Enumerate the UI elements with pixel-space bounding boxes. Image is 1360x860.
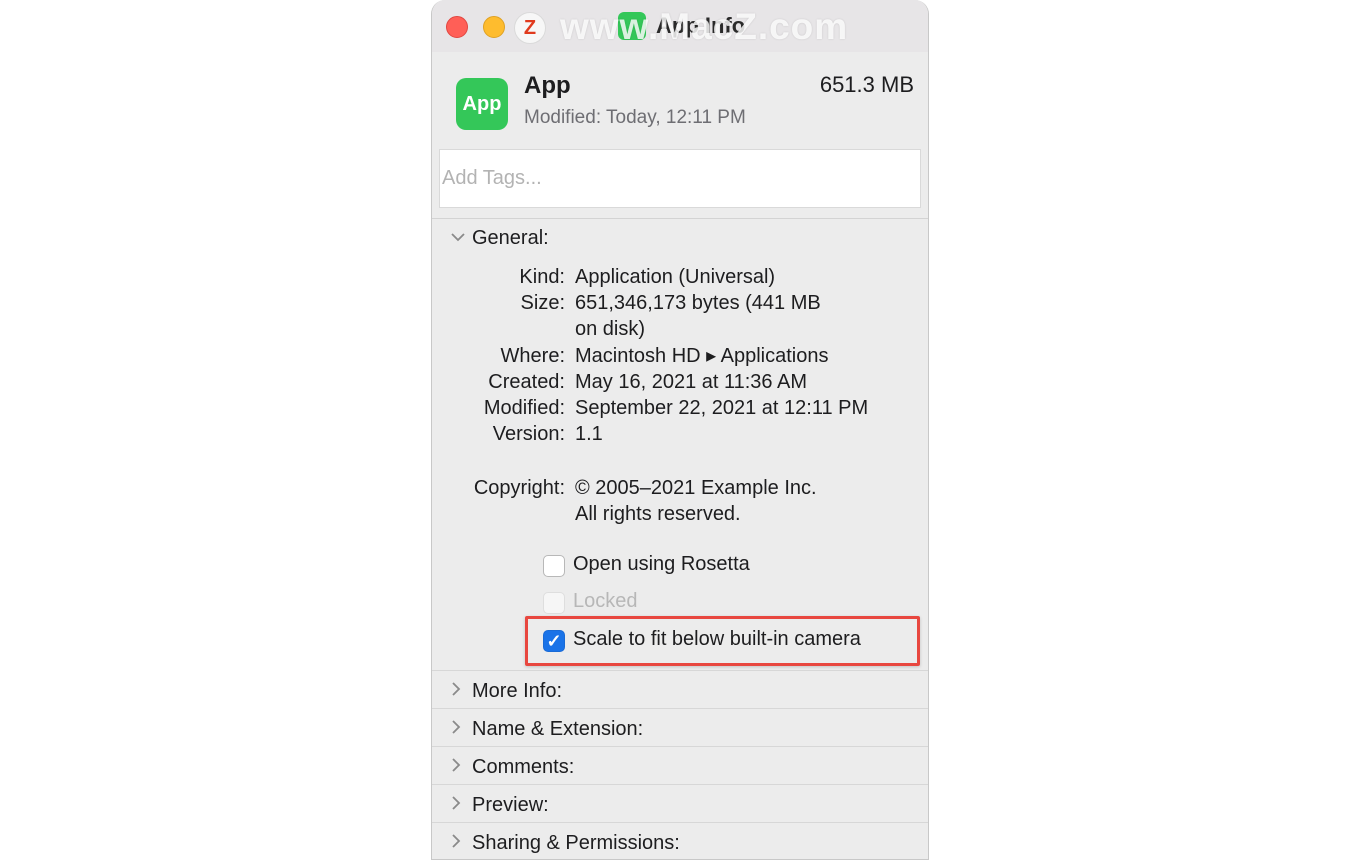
close-button[interactable] bbox=[446, 16, 468, 38]
title-app-icon bbox=[618, 12, 646, 40]
row-label: Modified: bbox=[483, 397, 565, 419]
chevron-right-icon bbox=[450, 795, 462, 816]
row-value: © 2005–2021 Example Inc. bbox=[575, 477, 817, 499]
row-label: Size: bbox=[520, 292, 565, 314]
app-icon: App bbox=[456, 78, 508, 130]
app-modified-date: Modified: Today, 12:11 PM bbox=[524, 107, 746, 128]
row-label: Where: bbox=[500, 345, 565, 367]
checkbox-label: Locked bbox=[573, 590, 638, 612]
chevron-right-icon bbox=[450, 719, 462, 740]
row-value: on disk) bbox=[575, 318, 646, 340]
section-label: Preview: bbox=[472, 794, 549, 816]
info-header: App App 651.3 MB Modified: Today, 12:11 … bbox=[432, 52, 928, 218]
window-title: App Info bbox=[656, 13, 746, 38]
section-label: Name & Extension: bbox=[472, 718, 644, 740]
chevron-right-icon bbox=[450, 833, 462, 854]
section-label: Comments: bbox=[472, 756, 575, 778]
row-value: May 16, 2021 at 11:36 AM bbox=[575, 371, 808, 393]
section-sharing-permissions-header[interactable]: Sharing & Permissions: bbox=[432, 822, 928, 859]
highlight-box bbox=[525, 616, 920, 666]
section-label: Sharing & Permissions: bbox=[472, 832, 680, 854]
row-value: Application (Universal) bbox=[575, 266, 776, 288]
chevron-right-icon bbox=[450, 757, 462, 778]
tags-input[interactable] bbox=[439, 149, 921, 208]
info-window: Z App Info www.MacZ.com App App 651.3 MB… bbox=[431, 0, 929, 860]
row-value: 1.1 bbox=[575, 423, 603, 445]
row-label: Copyright: bbox=[473, 477, 565, 499]
row-label: Created: bbox=[488, 371, 565, 393]
checkbox-label: Open using Rosetta bbox=[573, 553, 750, 575]
section-preview-header[interactable]: Preview: bbox=[432, 784, 928, 822]
z-logo-icon: Z bbox=[514, 12, 546, 44]
general-section: Kind: Application (Universal) Size: 651,… bbox=[432, 256, 928, 666]
chevron-right-icon bbox=[450, 681, 462, 702]
row-value: All rights reserved. bbox=[575, 503, 741, 525]
row-value: Macintosh HD ▸ Applications bbox=[575, 345, 829, 367]
divider bbox=[432, 218, 928, 219]
app-size: 651.3 MB bbox=[819, 72, 914, 97]
row-label: Kind: bbox=[519, 266, 565, 288]
section-more-info-header[interactable]: More Info: bbox=[432, 670, 928, 708]
section-name-extension-header[interactable]: Name & Extension: bbox=[432, 708, 928, 746]
section-general-header[interactable]: General: bbox=[432, 222, 928, 258]
row-value: September 22, 2021 at 12:11 PM bbox=[575, 397, 869, 419]
row-value: 651,346,173 bytes (441 MB bbox=[575, 292, 821, 314]
chevron-down-icon bbox=[450, 230, 466, 248]
row-label: Version: bbox=[492, 423, 565, 445]
minimize-button[interactable] bbox=[483, 16, 505, 38]
checkbox-disabled-icon bbox=[543, 592, 565, 614]
section-general-label: General: bbox=[472, 227, 549, 249]
section-comments-header[interactable]: Comments: bbox=[432, 746, 928, 784]
app-name: App bbox=[524, 72, 571, 99]
checkbox-unchecked-icon[interactable] bbox=[543, 555, 565, 577]
title-bar: Z App Info www.MacZ.com bbox=[432, 0, 928, 53]
section-label: More Info: bbox=[472, 680, 563, 702]
